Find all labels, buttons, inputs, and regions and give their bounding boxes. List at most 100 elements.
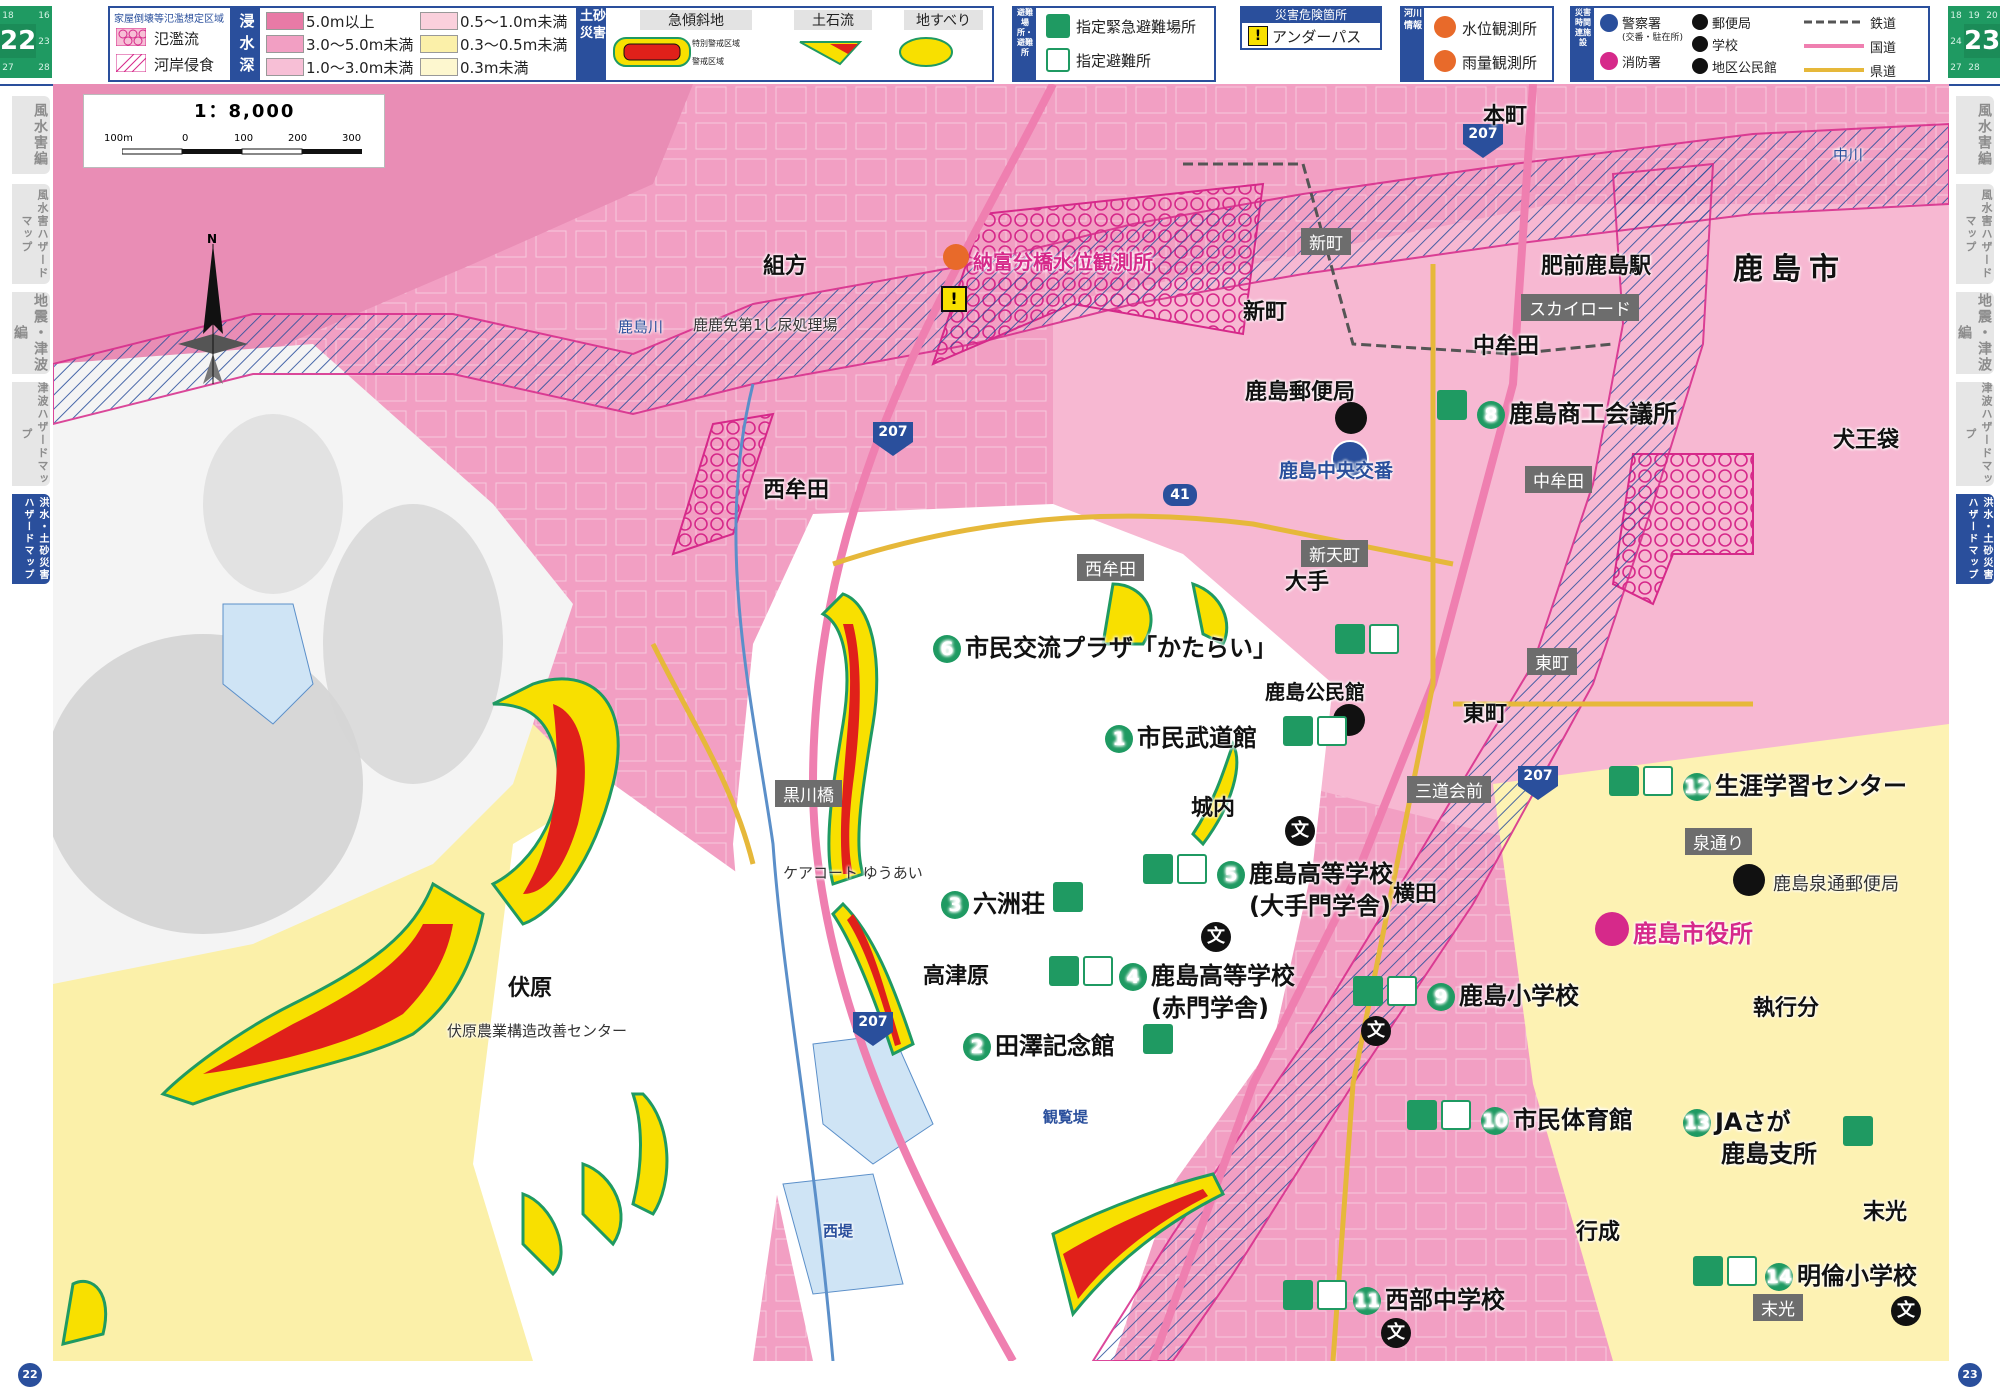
place-yokota: 横田: [1393, 882, 1438, 907]
side-tab-fusuigai-map-r[interactable]: 風水害ハザードマップ: [1956, 184, 1994, 284]
legend-rail: 鉄道: [1870, 17, 1897, 32]
underpass-icon[interactable]: !: [941, 286, 967, 312]
scale-box: 1：8,000 100m 0 100 200 300: [83, 94, 385, 168]
legend-underpass: アンダーパス: [1272, 28, 1362, 46]
legend-kagan: 河岸侵食: [154, 56, 215, 74]
legend-shisetsu-title: 災害時関連施設: [1572, 8, 1594, 80]
side-tab-fusuigai-r[interactable]: 風水害編: [1956, 96, 1994, 174]
depth-swatch-0: [266, 12, 304, 30]
side-tab-fusuigai-map[interactable]: 風水害ハザードマップ: [12, 184, 50, 284]
shelter-icon: [1177, 854, 1207, 884]
legend-kaoku-title: 家屋倒壊等氾濫想定区域: [114, 14, 224, 25]
page-cell: 23: [38, 37, 50, 47]
road-tag: 新天町: [1301, 540, 1368, 567]
place-nakamuta: 中牟田: [1473, 334, 1540, 359]
shelter-name: 田澤記念館: [995, 1032, 1115, 1060]
shelter-11[interactable]: 11 西部中学校: [1353, 1280, 1505, 1315]
side-tab-kozui-active[interactable]: 洪水・土砂災害ハザードマップ: [12, 494, 50, 584]
school-icon[interactable]: 文: [1891, 1296, 1921, 1326]
legend-post: 郵便局: [1712, 17, 1752, 32]
post-office-icon[interactable]: [1733, 864, 1765, 896]
side-tab-jishin-r[interactable]: 地震・津波編: [1956, 292, 1994, 374]
shelter-number: 13: [1683, 1109, 1711, 1137]
shelter-3[interactable]: 3 六洲荘: [941, 884, 1045, 919]
side-tab-jishin[interactable]: 地震・津波編: [12, 292, 50, 374]
shelter-4[interactable]: 4 鹿島高等学校: [1119, 956, 1295, 991]
place-kumikata: 組方: [763, 254, 808, 279]
side-tab-tsunami-map[interactable]: 津波ハザードマップ: [12, 382, 50, 486]
school-icon[interactable]: 文: [1361, 1016, 1391, 1046]
legend-dosha-title: 土砂災害: [580, 8, 606, 80]
underpass-icon: !: [1248, 26, 1268, 46]
dosha-swatches-icon: [613, 37, 953, 67]
shelter-icon: [1441, 1100, 1471, 1130]
city-name: 鹿島市: [1733, 252, 1847, 287]
school-icon[interactable]: 文: [1285, 816, 1315, 846]
school-icon[interactable]: 文: [1381, 1318, 1411, 1348]
shelter-5[interactable]: 5 鹿島高等学校: [1217, 854, 1393, 889]
shelter-icon: [1317, 1280, 1347, 1310]
place-nishimuta: 西牟田: [763, 478, 830, 503]
shelter-14[interactable]: 14 明倫小学校: [1765, 1256, 1917, 1291]
scale-bar-icon: [122, 148, 362, 155]
route-207-label: 207: [1523, 768, 1553, 784]
road-tag: スカイロード: [1521, 294, 1639, 321]
school-icon[interactable]: 文: [1201, 922, 1231, 952]
shelter-12[interactable]: 12 生涯学習センター: [1683, 766, 1907, 801]
road-tag: 三道会前: [1407, 776, 1491, 803]
shelter-name: 鹿島商工会議所: [1509, 400, 1677, 428]
depth-label: 0.3〜0.5m未満: [460, 36, 568, 54]
scale-tick: 100: [234, 133, 254, 144]
shelter-number: 3: [941, 891, 969, 919]
route-207-label: 207: [878, 424, 908, 440]
legend-dosekiryu: 土石流: [794, 10, 872, 30]
city-hall-icon[interactable]: [1595, 912, 1629, 946]
river-kashima-label: 鹿島川: [618, 318, 664, 336]
facility-label: 鹿鹿免第1し尿処理場: [693, 316, 838, 334]
side-tab-fusuigai[interactable]: 風水害編: [12, 96, 50, 174]
place-inuobukuro: 犬王袋: [1833, 428, 1900, 453]
shelter-number: 6: [933, 635, 961, 663]
water-level-observatory-icon[interactable]: [943, 244, 969, 270]
footer-page-right: 23: [1958, 1363, 1982, 1387]
shelter-number: 8: [1477, 401, 1505, 429]
legend-depth-title: 浸水深: [234, 8, 260, 82]
shelter-13[interactable]: 13 JAさが: [1683, 1102, 1791, 1137]
legend-shisetsu: 災害時関連施設 警察署 (交番・駐在所) 消防署 郵便局 学校 地区公民館 鉄道…: [1570, 6, 1930, 82]
post-office-icon[interactable]: [1335, 402, 1367, 434]
page-number-box-right: 18 19 20 23 24 27 28: [1948, 6, 2000, 78]
water-level-icon: [1434, 16, 1456, 38]
page-cell: 28: [1968, 63, 1980, 73]
shelter-2[interactable]: 2 田澤記念館: [963, 1026, 1115, 1061]
legend-fire: 消防署: [1622, 56, 1662, 71]
shelter-icon: [1643, 766, 1673, 796]
shelter-10[interactable]: 10 市民体育館: [1481, 1100, 1633, 1135]
shelter-9[interactable]: 9 鹿島小学校: [1427, 976, 1579, 1011]
shelter-name: 市民体育館: [1513, 1106, 1633, 1134]
shelter-6[interactable]: 6 市民交流プラザ「かたらい」: [933, 628, 1277, 663]
place-shinmachi: 新町: [1243, 300, 1288, 325]
facility-label: 伏原農業構造改善センター: [447, 1022, 628, 1040]
post-office-label: 鹿島泉通郵便局: [1773, 874, 1899, 895]
depth-swatch-3: [420, 12, 458, 30]
legend-hanran: 氾濫流: [154, 30, 200, 48]
shelter-8[interactable]: 8 鹿島商工会議所: [1477, 394, 1677, 429]
hazard-map[interactable]: 207 207 41 207 207 1：8,000 100m 0 100 20…: [53, 84, 1949, 1361]
shelter-name: 市民交流プラザ「かたらい」: [965, 634, 1277, 662]
north-arrow-icon: [178, 244, 248, 384]
side-tab-kozui-active-r[interactable]: 洪水・土砂災害ハザードマップ: [1956, 494, 1994, 584]
post-office-label: 鹿島郵便局: [1245, 380, 1356, 405]
facility-label: ケアコート ゆうあい: [783, 864, 923, 882]
place-fushihara: 伏原: [508, 976, 553, 1001]
shelter-icon: [1369, 624, 1399, 654]
shelter-name: 市民武道館: [1137, 724, 1257, 752]
road-tag: 泉通り: [1685, 828, 1752, 855]
shelter-5-sub: (大手門学舎): [1249, 892, 1391, 920]
side-tab-tsunami-map-r[interactable]: 津波ハザードマップ: [1956, 382, 1994, 486]
shelter-1[interactable]: 1 市民武道館: [1105, 718, 1257, 753]
city-hall-label: 鹿島市役所: [1633, 920, 1753, 948]
legend-uryo: 雨量観測所: [1462, 54, 1538, 72]
hanran-swatch-icon: [116, 28, 146, 46]
kagan-swatch-icon: [116, 54, 146, 72]
shelter-number: 1: [1105, 725, 1133, 753]
